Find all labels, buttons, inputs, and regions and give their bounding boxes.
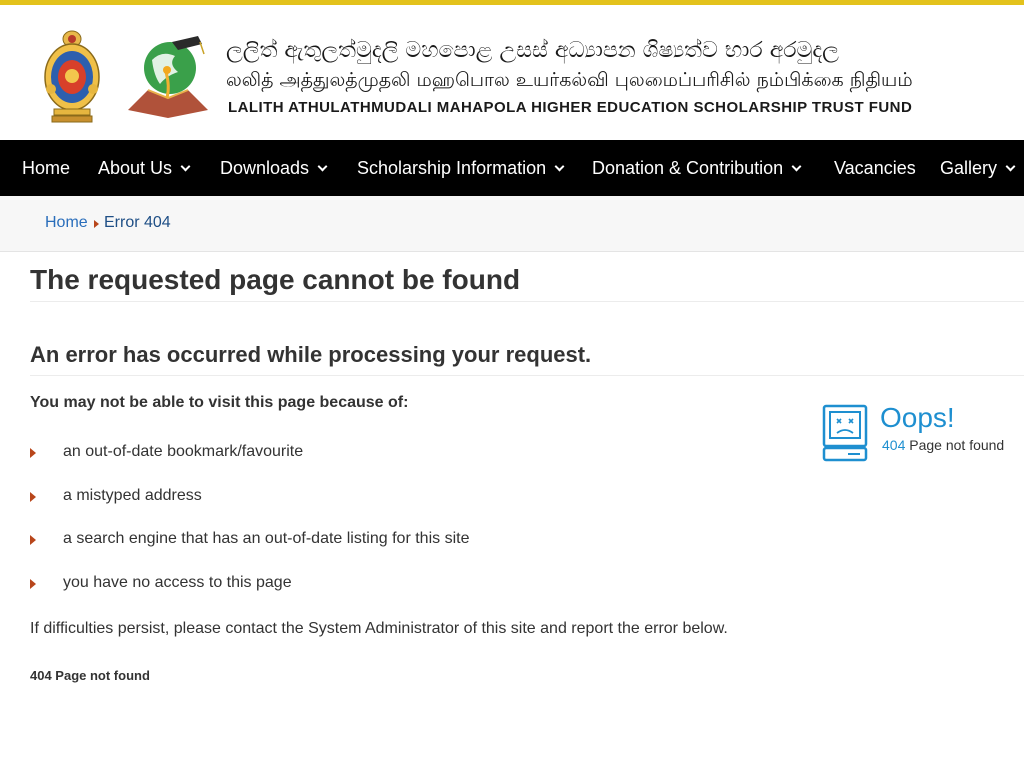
chevron-down-icon	[317, 161, 328, 172]
title-sinhala: ලලිත් ඇතුලත්මුදලි මහපොළ උසස් අධ්‍යාපන ශි…	[226, 38, 839, 63]
nav-item-label: Scholarship Information	[357, 158, 547, 178]
chevron-down-icon	[554, 161, 565, 172]
reason-text: a search engine that has an out-of-date …	[63, 530, 470, 547]
nav-item-vacancies[interactable]: Vacancies	[834, 140, 916, 196]
breadcrumb: Home Error 404	[0, 196, 1024, 252]
persist-message: If difficulties persist, please contact …	[30, 620, 728, 637]
main-navigation: Home About Us Downloads Scholarship Info…	[0, 140, 1024, 196]
sad-computer-icon	[822, 404, 868, 462]
nav-item-downloads[interactable]: Downloads	[220, 140, 328, 196]
nav-item-label: Downloads	[220, 158, 310, 178]
reason-text: an out-of-date bookmark/favourite	[63, 443, 304, 460]
nav-item-scholarship-information[interactable]: Scholarship Information	[357, 140, 565, 196]
sri-lanka-emblem-icon[interactable]	[40, 29, 104, 125]
oops-code: 404	[882, 437, 906, 453]
breadcrumb-current: Error 404	[104, 214, 171, 231]
chevron-down-icon	[180, 161, 191, 172]
nav-item-home[interactable]: Home	[22, 140, 70, 196]
nav-item-gallery[interactable]: Gallery	[940, 140, 1016, 196]
title-english: LALITH ATHULATHMUDALI MAHAPOLA HIGHER ED…	[228, 99, 913, 116]
error-code: 404 Page not found	[30, 668, 150, 683]
nav-item-label: Donation & Contribution	[592, 158, 784, 178]
chevron-down-icon	[1005, 161, 1016, 172]
nav-item-label: About Us	[98, 158, 173, 178]
divider	[30, 375, 1024, 376]
site-header: ලලිත් ඇතුලත්මුදලි මහපොළ උසස් අධ්‍යාපන ශි…	[0, 5, 1024, 140]
reason-text: a mistyped address	[63, 487, 202, 504]
nav-item-label: Vacancies	[834, 158, 916, 178]
nav-item-label: Gallery	[940, 158, 998, 178]
breadcrumb-home-link[interactable]: Home	[45, 214, 88, 232]
oops-heading: Oops!	[880, 402, 955, 433]
bullet-icon	[30, 579, 36, 589]
oops-text: Page not found	[909, 437, 1005, 453]
reason-text: you have no access to this page	[63, 574, 292, 591]
page-title: The requested page cannot be found	[30, 264, 521, 295]
mahapola-logo-icon[interactable]	[120, 32, 215, 124]
nav-item-label: Home	[22, 158, 71, 178]
divider	[30, 301, 1024, 302]
bullet-icon	[30, 535, 36, 545]
nav-item-about-us[interactable]: About Us	[98, 140, 191, 196]
bullet-icon	[30, 492, 36, 502]
error-subheading: An error has occurred while processing y…	[30, 342, 592, 367]
nav-item-donation-contribution[interactable]: Donation & Contribution	[592, 140, 802, 196]
chevron-down-icon	[791, 161, 802, 172]
bullet-icon	[30, 448, 36, 458]
breadcrumb-separator-icon	[94, 220, 99, 228]
reasons-lead: You may not be able to visit this page b…	[30, 394, 409, 411]
title-tamil: லலித் அத்துலத்முதலி மஹபொல உயர்கல்வி புலம…	[226, 69, 913, 91]
oops-subtitle: 404 Page not found	[882, 437, 1004, 453]
